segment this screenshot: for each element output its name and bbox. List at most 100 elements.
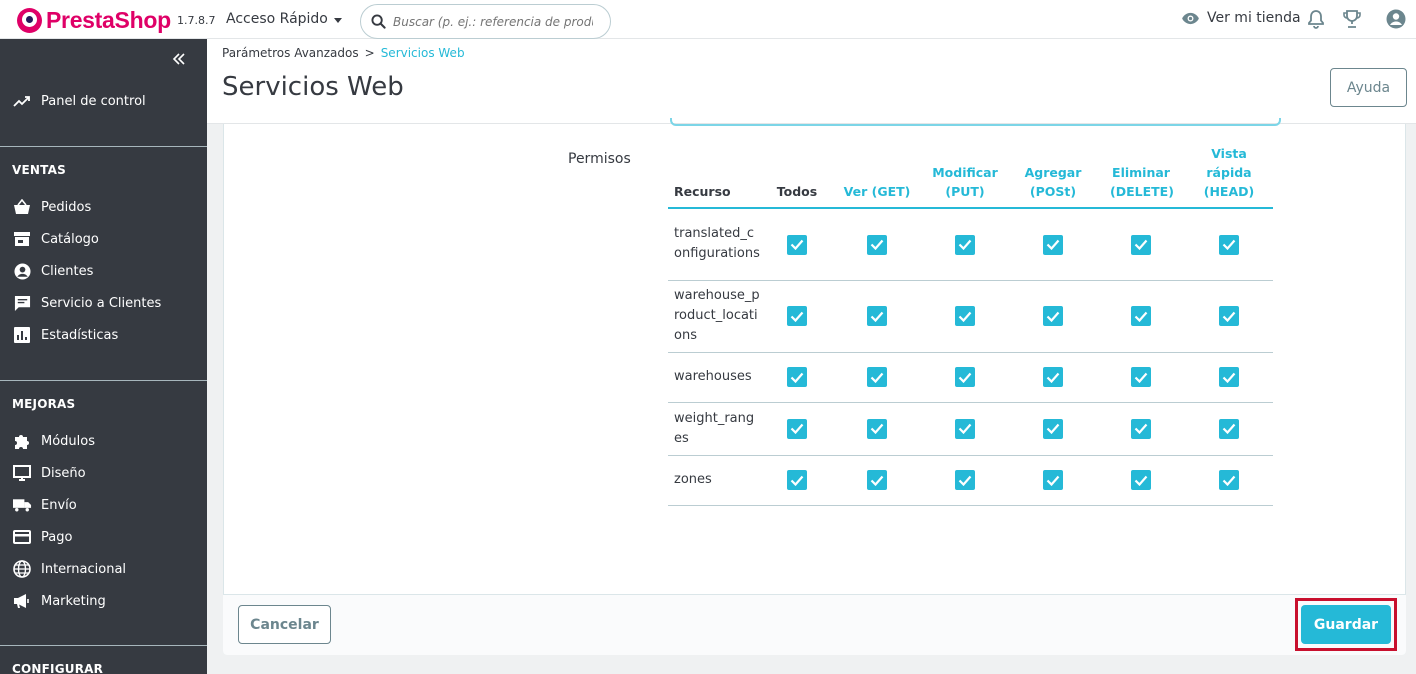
checkbox-delete[interactable] [1131,418,1151,439]
quick-access-dropdown[interactable]: Acceso Rápido [226,11,342,27]
checkbox-put[interactable] [955,234,975,255]
permission-cell [833,280,921,353]
sidebar-item-payment[interactable]: Pago [12,528,72,546]
column-all[interactable]: Todos [761,141,833,209]
column-put[interactable]: Modificar (PUT) [921,141,1009,209]
account-icon[interactable] [1386,9,1406,29]
checkbox-all[interactable] [787,470,807,491]
column-get[interactable]: Ver (GET) [833,141,921,209]
trophy-icon[interactable] [1342,9,1362,29]
checkbox-post[interactable] [1043,306,1063,327]
checkbox-all[interactable] [787,234,807,255]
checkbox-head[interactable] [1219,367,1239,388]
permission-cell [761,280,833,353]
column-post-label: Agregar (POSt) [1024,165,1082,199]
bell-icon[interactable] [1307,9,1325,29]
search-icon [371,14,386,29]
logo[interactable]: PrestaShop [17,7,171,34]
checkbox-head[interactable] [1219,418,1239,439]
puzzle-icon [12,432,32,450]
sidebar: Panel de control VENTAS Pedidos Catálogo… [0,39,207,674]
checkbox-head[interactable] [1219,306,1239,327]
collapse-sidebar-icon[interactable] [172,53,186,65]
check-icon [790,311,804,322]
breadcrumb-current[interactable]: Servicios Web [381,46,465,60]
sidebar-item-label: Internacional [41,561,127,577]
check-icon [1222,239,1236,250]
search-box[interactable] [360,4,611,39]
checkbox-put[interactable] [955,470,975,491]
sidebar-item-marketing[interactable]: Marketing [12,592,106,610]
check-icon [870,424,884,435]
column-delete[interactable]: Eliminar (DELETE) [1097,141,1185,209]
check-icon [1134,239,1148,250]
help-button[interactable]: Ayuda [1330,68,1407,107]
checkbox-post[interactable] [1043,367,1063,388]
checkbox-delete[interactable] [1131,470,1151,491]
column-resource: Recurso [668,141,761,209]
field-bottom-edge [670,118,1281,126]
checkbox-delete[interactable] [1131,234,1151,255]
page-title: Servicios Web [222,72,404,102]
table-row: warehouse_product_locations [668,280,1273,353]
sidebar-item-label: Marketing [41,593,106,609]
checkbox-delete[interactable] [1131,367,1151,388]
check-icon [958,311,972,322]
sidebar-item-customers[interactable]: Clientes [12,262,93,280]
sidebar-item-orders[interactable]: Pedidos [12,198,91,216]
column-head[interactable]: Vista rápida (HEAD) [1185,141,1273,209]
checkbox-head[interactable] [1219,470,1239,491]
check-icon [958,424,972,435]
check-icon [790,239,804,250]
checkbox-all[interactable] [787,418,807,439]
checkbox-all[interactable] [787,367,807,388]
sidebar-item-modules[interactable]: Módulos [12,432,95,450]
brand-name: PrestaShop [46,7,171,33]
checkbox-post[interactable] [1043,418,1063,439]
truck-icon [12,496,32,514]
column-post[interactable]: Agregar (POSt) [1009,141,1097,209]
view-shop-link[interactable]: Ver mi tienda [1181,10,1301,26]
check-icon [1134,424,1148,435]
trending-up-icon [12,92,32,110]
breadcrumb-separator: > [364,46,375,60]
breadcrumb-parent[interactable]: Parámetros Avanzados [222,46,359,60]
check-icon [1046,239,1060,250]
checkbox-head[interactable] [1219,234,1239,255]
checkbox-get[interactable] [867,418,887,439]
table-row: weight_ranges [668,402,1273,456]
checkbox-put[interactable] [955,418,975,439]
page-header: Parámetros Avanzados > Servicios Web Servi… [207,39,1416,124]
sidebar-item-shipping[interactable]: Envío [12,496,77,514]
sidebar-item-customer-service[interactable]: Servicio a Clientes [12,294,161,312]
sidebar-item-design[interactable]: Diseño [12,464,86,482]
bar-chart-icon [12,326,32,344]
sidebar-item-dashboard[interactable]: Panel de control [12,92,146,110]
sidebar-item-label: Clientes [41,263,94,279]
section-title-ventas: VENTAS [12,163,66,177]
sidebar-item-international[interactable]: Internacional [12,560,126,578]
checkbox-get[interactable] [867,470,887,491]
save-button[interactable]: Guardar [1301,605,1391,644]
sidebar-item-label: Servicio a Clientes [41,295,162,311]
checkbox-get[interactable] [867,367,887,388]
check-icon [1222,372,1236,383]
eye-icon [1182,12,1199,24]
search-input[interactable] [393,14,593,29]
checkbox-post[interactable] [1043,470,1063,491]
checkbox-delete[interactable] [1131,306,1151,327]
checkbox-put[interactable] [955,306,975,327]
permission-cell [1009,208,1097,281]
permission-cell [1009,455,1097,506]
permission-cell [1185,455,1273,506]
checkbox-all[interactable] [787,306,807,327]
section-title-configurar: CONFIGURAR [12,662,104,674]
cancel-button[interactable]: Cancelar [238,605,331,644]
sidebar-item-catalog[interactable]: Catálogo [12,230,99,248]
checkbox-put[interactable] [955,367,975,388]
checkbox-get[interactable] [867,234,887,255]
checkbox-get[interactable] [867,306,887,327]
checkbox-post[interactable] [1043,234,1063,255]
permission-cell [761,208,833,281]
sidebar-item-stats[interactable]: Estadísticas [12,326,118,344]
